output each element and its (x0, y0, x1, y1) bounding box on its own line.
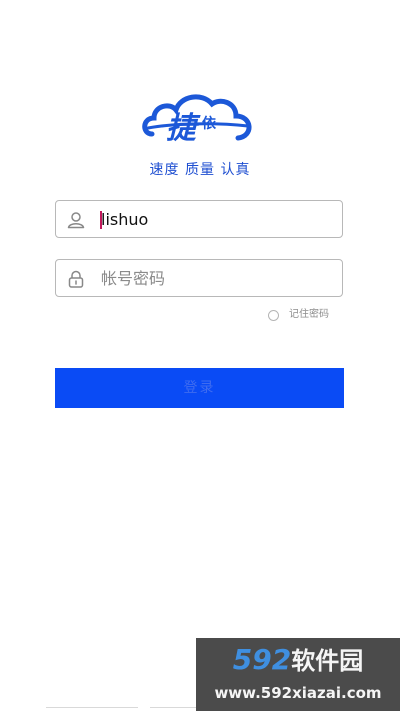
password-placeholder: 帐号密码 (101, 269, 166, 288)
username-field[interactable]: lishuo (55, 200, 343, 238)
watermark-brand-text: 软件园 (291, 647, 364, 675)
app-logo: 捷 依 (140, 88, 260, 154)
logo-text-main: 捷 (166, 111, 201, 146)
watermark: 592软件园 www.592xiazai.com (196, 638, 400, 711)
remember-radio[interactable] (268, 309, 279, 321)
lock-icon (66, 269, 86, 289)
watermark-brand: 592软件园 (196, 643, 400, 678)
slogan: 速度 质量 认真 (149, 162, 251, 178)
username-value: lishuo (101, 210, 149, 229)
bottom-divider (46, 707, 138, 708)
remember-label: 记住密码 (289, 309, 329, 320)
logo-text-small: 依 (202, 115, 217, 132)
watermark-url: www.592xiazai.com (214, 684, 382, 702)
watermark-brand-number: 592 (232, 643, 292, 676)
user-icon (66, 210, 86, 230)
cloud-logo-icon: 捷 依 (142, 94, 252, 146)
login-button[interactable]: 登录 (55, 368, 344, 408)
remember-password-toggle[interactable]: 记住密码 (268, 307, 329, 323)
password-field[interactable]: 帐号密码 (55, 259, 343, 297)
bottom-divider (150, 707, 196, 708)
